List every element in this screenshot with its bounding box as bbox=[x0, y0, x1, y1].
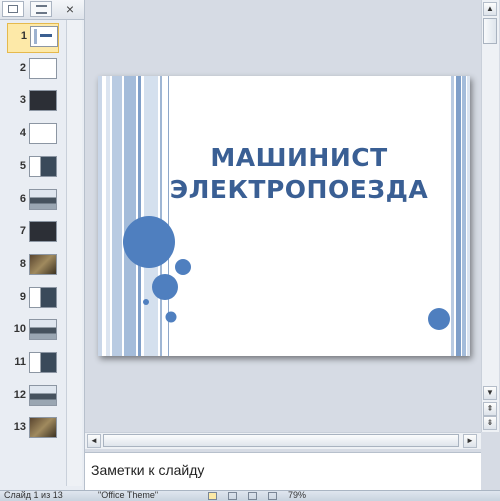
right-circle bbox=[428, 308, 450, 330]
slide-preview-image bbox=[29, 253, 57, 275]
slide-title[interactable]: МАШИНИСТ ЭЛЕКТРОПОЕЗДА bbox=[164, 142, 434, 206]
normal-view-icon[interactable] bbox=[208, 492, 217, 500]
small-circle-2 bbox=[165, 311, 177, 323]
next-slide-icon: ⇟ bbox=[486, 418, 494, 427]
slide-number: 12 bbox=[13, 388, 26, 401]
slide-number: 13 bbox=[13, 421, 26, 434]
previous-slide-button[interactable]: ⇞ bbox=[483, 402, 497, 416]
pane-tabs: × bbox=[0, 0, 84, 20]
slide-thumbnail-pane: × 1 2 3 4 5 6 7 8 9 10 11 12 13 bbox=[0, 0, 85, 490]
theme-name[interactable]: "Office Theme" bbox=[98, 491, 158, 500]
outline-tab-icon bbox=[36, 5, 47, 14]
horizontal-scroll-thumb[interactable] bbox=[103, 434, 459, 447]
slide-number: 11 bbox=[14, 356, 26, 368]
slide-number: 1 bbox=[20, 30, 27, 42]
slide-thumbnail-1[interactable]: 1 bbox=[7, 23, 59, 53]
scroll-down-button[interactable]: ▼ bbox=[483, 386, 497, 400]
slide-number: 3 bbox=[19, 94, 26, 107]
slide-title-line-1: МАШИНИСТ bbox=[210, 143, 388, 172]
thumbnail-scrollbar[interactable] bbox=[66, 20, 82, 486]
left-band-5 bbox=[138, 76, 141, 356]
vertical-scrollbar[interactable]: ▲ ▼ ⇞ ⇟ bbox=[481, 0, 499, 432]
slide-preview-image bbox=[29, 123, 57, 145]
slide-number: 4 bbox=[19, 127, 26, 140]
slide-preview-image bbox=[29, 417, 57, 439]
chevron-up-icon: ▲ bbox=[486, 4, 494, 13]
large-circle bbox=[123, 216, 175, 268]
right-band-4 bbox=[467, 76, 470, 356]
right-band-2 bbox=[456, 76, 461, 356]
chevron-right-icon: ► bbox=[466, 436, 474, 445]
slides-tab-icon bbox=[8, 5, 18, 13]
slide-preview-image bbox=[29, 57, 57, 79]
left-band-1 bbox=[98, 76, 102, 356]
left-band-4 bbox=[124, 76, 136, 356]
slide-counter: Слайд 1 из 13 bbox=[4, 490, 63, 500]
scroll-right-button[interactable]: ► bbox=[463, 434, 477, 448]
slides-tab[interactable] bbox=[2, 1, 24, 17]
previous-slide-icon: ⇞ bbox=[486, 404, 494, 413]
slide-preview-image bbox=[30, 26, 58, 47]
close-icon: × bbox=[65, 1, 75, 17]
notes-pane[interactable]: Заметки к слайду bbox=[85, 452, 481, 491]
slide-number: 2 bbox=[19, 61, 26, 74]
chevron-down-icon: ▼ bbox=[486, 388, 494, 397]
next-slide-button[interactable]: ⇟ bbox=[483, 416, 497, 430]
slide-number: 10 bbox=[13, 323, 26, 336]
slide-preview-image bbox=[29, 155, 57, 177]
slide-title-line-2: ЭЛЕКТРОПОЕЗДА bbox=[169, 175, 429, 204]
slide-preview-image bbox=[29, 90, 57, 112]
slide-preview-image bbox=[29, 352, 57, 373]
current-slide[interactable]: МАШИНИСТ ЭЛЕКТРОПОЕЗДА bbox=[98, 76, 470, 356]
left-band-2 bbox=[106, 76, 110, 356]
dot-circle bbox=[143, 299, 149, 305]
status-bar: Слайд 1 из 13 "Office Theme" 79% bbox=[0, 490, 500, 501]
slide-number: 9 bbox=[19, 290, 26, 303]
notes-placeholder: Заметки к слайду bbox=[91, 462, 205, 478]
slide-number: 7 bbox=[19, 225, 26, 238]
left-band-7 bbox=[160, 76, 162, 356]
left-band-6 bbox=[144, 76, 158, 356]
slide-number: 8 bbox=[19, 257, 26, 270]
slide-decoration bbox=[98, 76, 470, 356]
close-pane-button[interactable]: × bbox=[62, 1, 78, 17]
small-circle-1 bbox=[175, 259, 191, 275]
right-band-3 bbox=[462, 76, 466, 356]
medium-circle bbox=[152, 274, 178, 300]
outline-tab[interactable] bbox=[30, 1, 52, 17]
reading-view-icon[interactable] bbox=[248, 492, 257, 500]
slide-editing-area: МАШИНИСТ ЭЛЕКТРОПОЕЗДА bbox=[85, 0, 481, 432]
slide-preview-image bbox=[29, 319, 57, 341]
slide-preview-image bbox=[29, 384, 57, 406]
scroll-left-button[interactable]: ◄ bbox=[87, 434, 101, 448]
vertical-scroll-thumb[interactable] bbox=[483, 18, 497, 44]
slide-preview-image bbox=[29, 286, 57, 308]
right-band-1 bbox=[451, 76, 454, 356]
zoom-level[interactable]: 79% bbox=[288, 491, 306, 500]
slide-sorter-view-icon[interactable] bbox=[228, 492, 237, 500]
scroll-up-button[interactable]: ▲ bbox=[483, 2, 497, 16]
slide-number: 5 bbox=[19, 159, 26, 172]
left-band-3 bbox=[112, 76, 122, 356]
slide-preview-image bbox=[29, 188, 57, 210]
slide-number: 6 bbox=[19, 192, 26, 205]
slideshow-view-icon[interactable] bbox=[268, 492, 277, 500]
chevron-left-icon: ◄ bbox=[90, 436, 98, 445]
slide-preview-image bbox=[29, 221, 57, 243]
horizontal-scrollbar[interactable]: ◄ ► bbox=[85, 432, 481, 449]
